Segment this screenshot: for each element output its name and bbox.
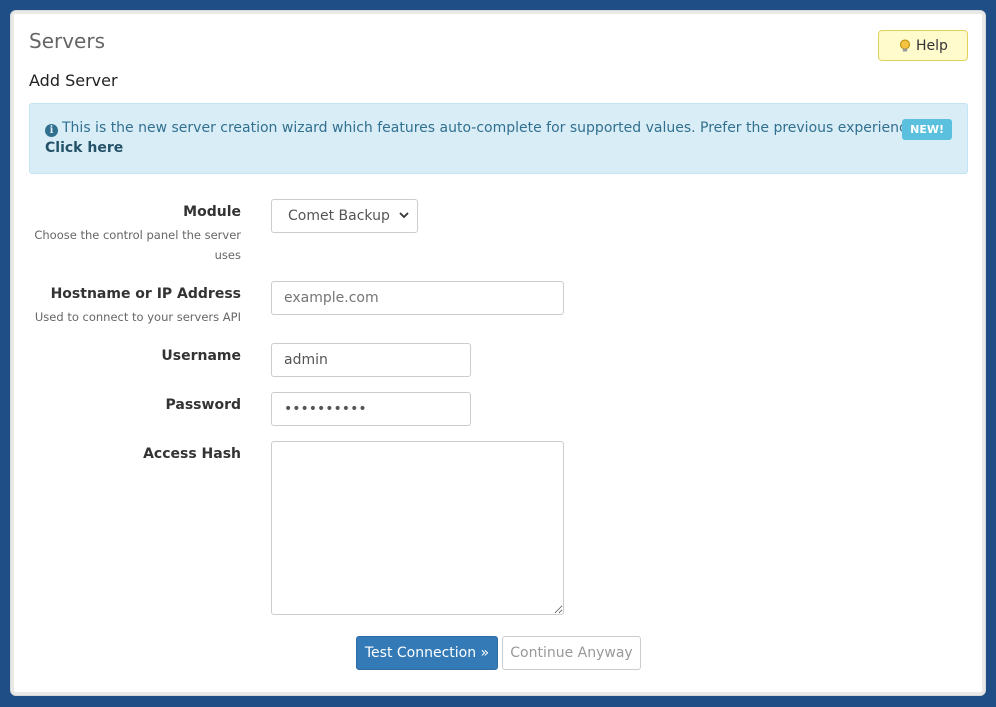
module-select[interactable]: Comet Backup [271, 199, 418, 233]
username-row: Username [29, 343, 968, 377]
hostname-help-text: Used to connect to your servers API [34, 310, 241, 324]
info-alert: i This is the new server creation wizard … [29, 103, 968, 174]
hostname-row: Hostname or IP Address Used to connect t… [29, 281, 968, 331]
access-hash-row: Access Hash [29, 441, 968, 615]
hostname-label: Hostname or IP Address [50, 286, 241, 302]
chevron-down-icon [399, 211, 409, 222]
lightbulb-icon [900, 39, 911, 51]
password-input[interactable] [271, 392, 471, 426]
new-badge: NEW! [902, 119, 952, 140]
hostname-input[interactable] [271, 281, 564, 315]
username-label: Username [161, 348, 241, 364]
info-icon: i [45, 124, 58, 137]
content-panel-inner: Servers Help Add Server i This is the new… [14, 14, 982, 692]
alert-text: This is the new server creation wizard w… [62, 120, 923, 136]
access-hash-textarea[interactable] [271, 441, 564, 615]
module-label: Module [183, 204, 241, 220]
module-select-value: Comet Backup [288, 208, 390, 224]
help-button[interactable]: Help [878, 30, 968, 61]
username-input[interactable] [271, 343, 471, 377]
continue-anyway-button[interactable]: Continue Anyway [502, 636, 641, 670]
section-title: Add Server [29, 71, 118, 90]
password-row: Password [29, 392, 968, 426]
module-help-text: Choose the control panel the server uses [34, 228, 241, 262]
previous-wizard-link[interactable]: Click here [45, 140, 123, 156]
password-label: Password [165, 397, 241, 413]
page-title: Servers [29, 29, 106, 53]
access-hash-label: Access Hash [143, 446, 241, 462]
module-row: Module Choose the control panel the serv… [29, 199, 968, 269]
content-panel: Servers Help Add Server i This is the new… [10, 10, 986, 696]
test-connection-button[interactable]: Test Connection » [356, 636, 498, 670]
help-button-label: Help [916, 37, 948, 54]
